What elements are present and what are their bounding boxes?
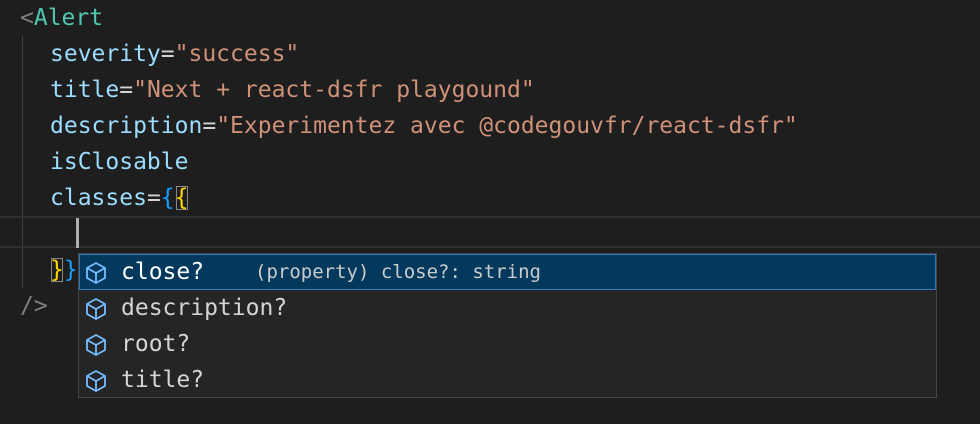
attr-equals: = <box>202 113 217 139</box>
cube-icon <box>86 370 106 392</box>
attr-equals: = <box>160 41 175 67</box>
code-line-5: isClosable <box>50 144 188 180</box>
suggest-item-label: root? <box>121 331 191 357</box>
tag-name: Alert <box>33 5 104 31</box>
indent-guide <box>22 36 23 288</box>
attr-value: "Experimentez avec @codegouvfr/react-dsf… <box>216 113 798 139</box>
suggest-item-root[interactable]: root? <box>79 326 936 362</box>
code-line-1: <Alert <box>20 0 103 36</box>
suggest-widget[interactable]: close? (property) close?: string descrip… <box>78 253 937 398</box>
object-brace-close: } <box>50 257 64 283</box>
code-line-8: }} <box>50 252 78 288</box>
attr-equals: = <box>146 185 161 211</box>
code-line-2: severity="success" <box>50 36 299 72</box>
attr-name: severity <box>50 41 161 67</box>
tag-self-close: /> <box>20 293 48 319</box>
code-editor[interactable]: <Alert severity="success" title="Next + … <box>0 0 980 424</box>
attr-name: classes <box>50 185 147 211</box>
suggest-item-close[interactable]: close? (property) close?: string <box>79 254 936 290</box>
suggest-item-label: description? <box>121 295 288 321</box>
attr-name: description <box>50 113 203 139</box>
attr-name: isClosable <box>50 149 189 175</box>
code-line-3: title="Next + react-dsfr playgound" <box>50 72 535 108</box>
object-brace-open: { <box>174 185 189 211</box>
current-line-highlight <box>0 216 980 248</box>
suggest-item-detail: (property) close?: string <box>255 261 541 283</box>
cube-icon <box>86 334 106 356</box>
tag-open-bracket: < <box>20 5 34 31</box>
code-line-4: description="Experimentez avec @codegouv… <box>50 108 798 144</box>
code-line-9: /> <box>20 288 48 324</box>
text-cursor <box>76 218 79 248</box>
suggest-item-title[interactable]: title? <box>79 362 936 398</box>
suggest-item-description[interactable]: description? <box>79 290 936 326</box>
jsx-brace-close: } <box>63 257 78 283</box>
attr-equals: = <box>119 77 134 103</box>
code-line-6: classes={{ <box>50 180 189 216</box>
jsx-brace-open: { <box>160 185 175 211</box>
attr-value: "Next + react-dsfr playgound" <box>133 77 535 103</box>
cube-icon <box>86 298 106 320</box>
attr-name: title <box>50 77 120 103</box>
cube-icon <box>86 262 106 284</box>
suggest-item-label: title? <box>121 367 205 393</box>
suggest-item-label: close? <box>121 259 205 285</box>
attr-value: "success" <box>174 41 300 67</box>
